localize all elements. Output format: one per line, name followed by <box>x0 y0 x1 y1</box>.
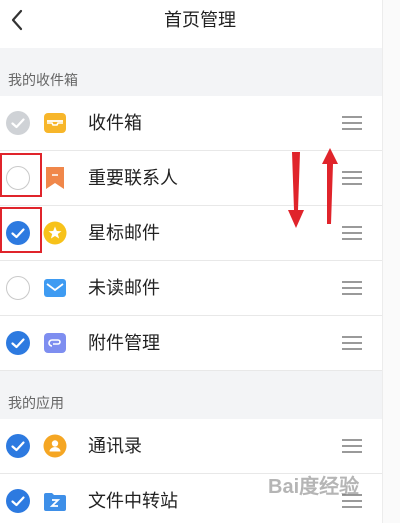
checked-checkbox[interactable] <box>6 331 30 355</box>
item-label: 文件中转站 <box>88 491 178 511</box>
check-icon <box>11 338 25 349</box>
folder-z-icon <box>44 493 66 511</box>
bookmark-icon <box>46 167 64 189</box>
section-header-apps: 我的应用 <box>0 371 382 425</box>
list-item: 附件管理 <box>0 316 382 371</box>
annotation-arrows-icon <box>288 148 338 228</box>
check-icon <box>11 441 25 452</box>
check-icon <box>11 496 25 507</box>
top-bar: 首页管理 <box>0 0 400 40</box>
drag-handle-icon[interactable] <box>340 436 364 456</box>
item-label: 附件管理 <box>88 333 160 353</box>
highlight-box <box>0 153 42 197</box>
item-label: 收件箱 <box>88 113 142 133</box>
list-item: 收件箱 <box>0 96 382 151</box>
item-label: 未读邮件 <box>88 278 160 298</box>
locked-checkbox <box>6 111 30 135</box>
section-header-inbox: 我的收件箱 <box>0 48 382 102</box>
item-label: 星标邮件 <box>88 223 160 243</box>
envelope-icon <box>44 279 66 297</box>
watermark: Bai度经验 <box>268 476 360 498</box>
side-strip <box>382 0 400 523</box>
attachment-icon <box>44 333 66 353</box>
highlight-box <box>0 207 42 253</box>
check-icon <box>11 118 25 129</box>
unchecked-checkbox[interactable] <box>6 276 30 300</box>
star-icon <box>43 221 67 245</box>
list-item: 通讯录 <box>0 419 382 474</box>
checked-checkbox[interactable] <box>6 434 30 458</box>
drag-handle-icon[interactable] <box>340 278 364 298</box>
checked-checkbox[interactable] <box>6 489 30 513</box>
page-title: 首页管理 <box>164 10 236 30</box>
inbox-tray-icon <box>44 113 66 133</box>
drag-handle-icon[interactable] <box>340 113 364 133</box>
drag-handle-icon[interactable] <box>340 333 364 353</box>
list-item: 未读邮件 <box>0 261 382 316</box>
item-label: 重要联系人 <box>88 168 178 188</box>
item-label: 通讯录 <box>88 436 142 456</box>
contacts-icon <box>43 434 67 458</box>
